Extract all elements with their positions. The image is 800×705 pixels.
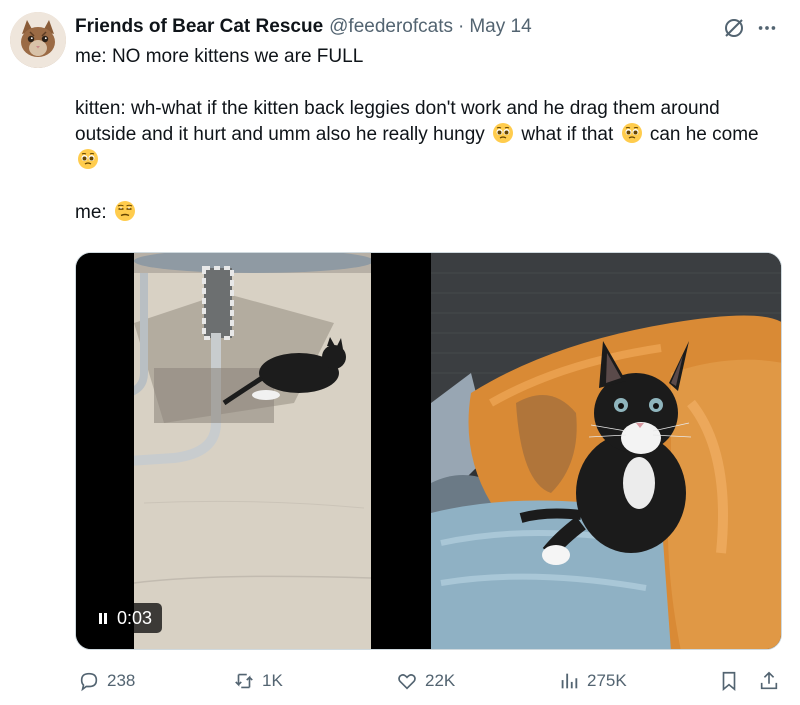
pleading-face-icon — [621, 122, 643, 144]
separator-dot: · — [458, 16, 465, 37]
tweet-line-3-text: me: — [75, 202, 107, 223]
video-time: 0:03 — [117, 607, 153, 628]
author-handle[interactable]: @feederofcats — [329, 16, 453, 38]
share-button[interactable] — [758, 666, 780, 696]
video-player[interactable]: 0:03 — [76, 253, 428, 649]
tweet-line-1: me: NO more kittens we are FULL — [75, 46, 364, 67]
video-frame[interactable] — [134, 253, 371, 649]
tweet-header: Friends of Bear Cat Rescue @feederofcats… — [75, 14, 532, 40]
grok-icon[interactable] — [722, 16, 746, 40]
tweet-date[interactable]: May 14 — [469, 16, 531, 38]
unamused-face-icon — [114, 200, 136, 222]
views-icon — [561, 673, 578, 689]
tweet-text: me: NO more kittens we are FULL kitten: … — [75, 44, 785, 226]
reply-count: 238 — [107, 671, 136, 690]
reply-button[interactable]: 238 — [78, 666, 135, 696]
repost-button[interactable]: 1K — [233, 666, 283, 696]
repost-icon — [235, 673, 253, 689]
like-button[interactable]: 22K — [396, 666, 455, 696]
pleading-face-icon — [492, 122, 514, 144]
tweet: Friends of Bear Cat Rescue @feederofcats… — [0, 0, 800, 705]
media-container: 0:03 — [75, 252, 782, 650]
like-count: 22K — [425, 671, 456, 690]
bookmark-icon — [722, 671, 736, 692]
tweet-line-2-part-3: can he come — [649, 124, 759, 145]
tweet-line-2: kitten: wh-what if the kitten back leggi… — [75, 96, 785, 174]
video-timer[interactable]: 0:03 — [89, 603, 163, 633]
repost-count: 1K — [262, 671, 283, 690]
pause-icon[interactable] — [99, 612, 107, 624]
share-icon — [760, 671, 778, 690]
heart-icon — [398, 674, 416, 690]
action-bar: 238 1K 22K 275K — [78, 666, 788, 696]
views-count: 275K — [587, 671, 627, 690]
photo[interactable] — [431, 253, 781, 649]
author-name[interactable]: Friends of Bear Cat Rescue — [75, 16, 323, 38]
tweet-line-2-part-2: what if that — [521, 124, 614, 145]
tweet-line-3: me: — [75, 200, 785, 226]
pleading-face-icon — [77, 148, 99, 170]
more-icon[interactable] — [754, 16, 780, 40]
avatar[interactable] — [10, 12, 66, 68]
views-button[interactable]: 275K — [558, 666, 627, 696]
bookmark-button[interactable] — [718, 666, 740, 696]
reply-icon — [80, 672, 98, 692]
